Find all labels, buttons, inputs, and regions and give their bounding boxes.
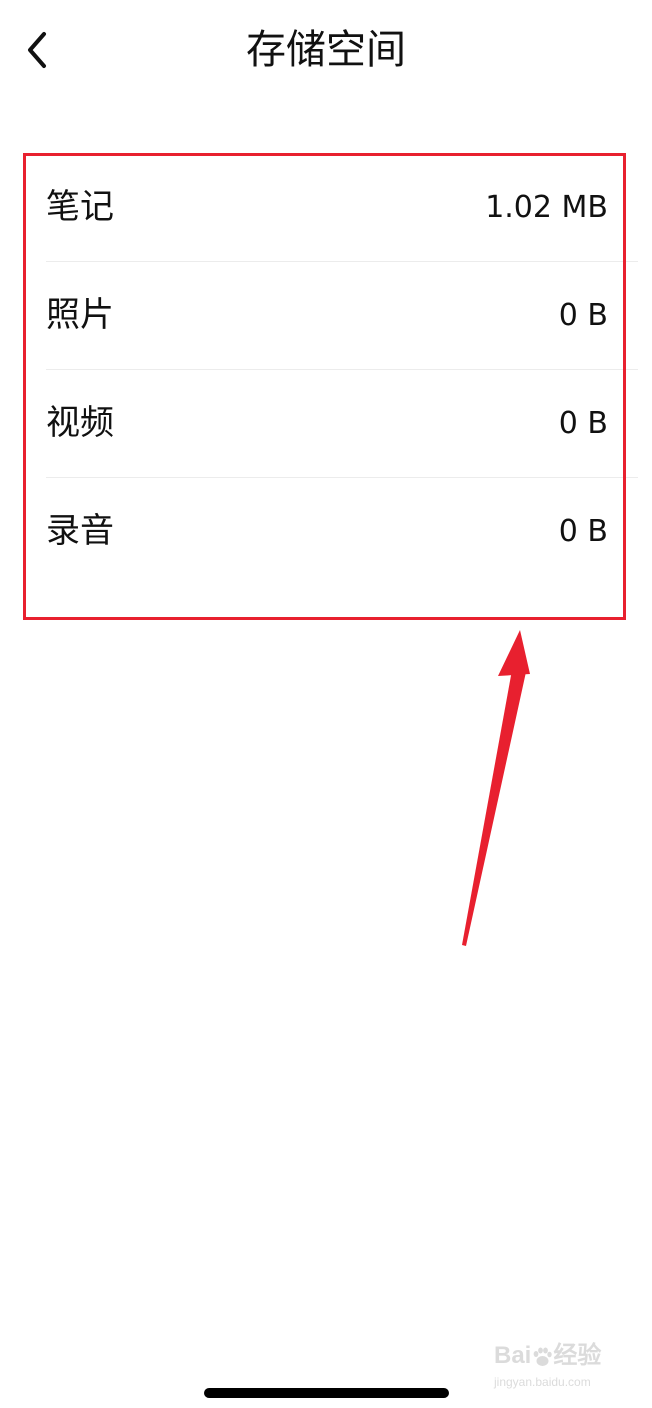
storage-row-size: 0 B — [558, 298, 608, 333]
page-title: 存储空间 — [246, 27, 406, 73]
watermark-brand: Bai 经验 — [494, 1340, 601, 1372]
watermark-brand-right: 经验 — [553, 1342, 602, 1369]
storage-row-size: 1.02 MB — [485, 190, 608, 225]
storage-row-label: 笔记 — [46, 187, 114, 227]
home-indicator[interactable] — [204, 1388, 449, 1398]
pointer-arrow — [462, 630, 530, 946]
arrow-head — [498, 630, 530, 676]
arrow-shaft — [462, 670, 526, 946]
navigation-bar: 存储空间 — [0, 0, 652, 104]
storage-row-label: 照片 — [46, 295, 114, 335]
storage-row-photos: 照片 0 B — [46, 262, 638, 370]
storage-row-size: 0 B — [558, 406, 608, 441]
storage-list: 笔记 1.02 MB 照片 0 B 视频 0 B 录音 0 B — [46, 154, 638, 585]
watermark-brand-left: Bai — [494, 1342, 532, 1369]
storage-row-size: 0 B — [558, 514, 608, 549]
watermark: Bai 经验 jingyan.baidu.com — [494, 1340, 644, 1396]
watermark-url: jingyan.baidu.com — [494, 1375, 591, 1389]
storage-row-label: 视频 — [46, 403, 114, 443]
storage-row-recordings: 录音 0 B — [46, 478, 638, 585]
storage-row-label: 录音 — [46, 511, 114, 551]
storage-row-videos: 视频 0 B — [46, 370, 638, 478]
storage-row-notes: 笔记 1.02 MB — [46, 154, 638, 262]
paw-icon — [533, 1347, 553, 1366]
